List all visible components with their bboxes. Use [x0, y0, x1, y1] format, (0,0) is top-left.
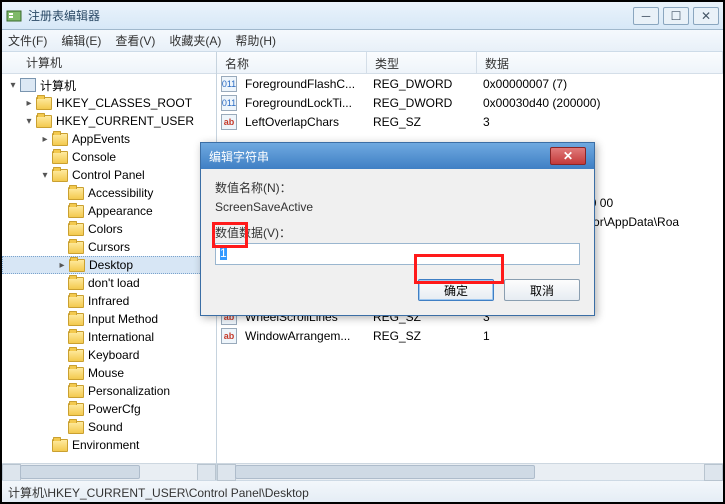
menu-help[interactable]: 帮助(H): [235, 32, 276, 49]
col-name[interactable]: 名称: [217, 52, 367, 73]
minimize-button[interactable]: ─: [633, 7, 659, 25]
edit-string-dialog: 编辑字符串 ✕ 数值名称(N)： ScreenSaveActive 数值数据(V…: [200, 142, 595, 316]
value-data-input[interactable]: 1: [215, 243, 580, 265]
col-data[interactable]: 数据: [477, 52, 723, 73]
string-icon: ab: [221, 114, 237, 130]
tree-node[interactable]: Mouse: [2, 364, 216, 382]
value-data-label: 数值数据(V)：: [215, 224, 580, 241]
menubar: 文件(F) 编辑(E) 查看(V) 收藏夹(A) 帮助(H): [2, 30, 723, 52]
string-icon: ab: [221, 328, 237, 344]
tree-node[interactable]: Environment: [2, 436, 216, 454]
value-name-label: 数值名称(N)：: [215, 179, 580, 196]
tree-node[interactable]: Console: [2, 148, 216, 166]
tree-node[interactable]: ▸Desktop: [2, 256, 216, 274]
tree-node[interactable]: ▸AppEvents: [2, 130, 216, 148]
tree-node[interactable]: ▾计算机: [2, 76, 216, 94]
tree-node[interactable]: Accessibility: [2, 184, 216, 202]
tree-node[interactable]: Colors: [2, 220, 216, 238]
list-row[interactable]: 011ForegroundFlashC...REG_DWORD0x0000000…: [217, 74, 723, 93]
menu-file[interactable]: 文件(F): [8, 32, 47, 49]
binary-icon: 011: [221, 76, 237, 92]
menu-favorites[interactable]: 收藏夹(A): [169, 32, 221, 49]
tree-node[interactable]: ▸HKEY_CLASSES_ROOT: [2, 94, 216, 112]
cancel-button[interactable]: 取消: [504, 279, 580, 301]
close-button[interactable]: ✕: [693, 7, 719, 25]
list-hscroll[interactable]: [217, 463, 723, 480]
tree-node[interactable]: International: [2, 328, 216, 346]
tree-header: 计算机: [2, 52, 216, 74]
status-bar: 计算机\HKEY_CURRENT_USER\Control Panel\Desk…: [2, 480, 723, 502]
tree-node[interactable]: don't load: [2, 274, 216, 292]
tree-node[interactable]: ▾Control Panel: [2, 166, 216, 184]
tree-node[interactable]: Keyboard: [2, 346, 216, 364]
list-row[interactable]: abWindowArrangem...REG_SZ1: [217, 326, 723, 345]
dialog-close-button[interactable]: ✕: [550, 147, 586, 165]
tree-node[interactable]: Input Method: [2, 310, 216, 328]
ok-button[interactable]: 确定: [418, 279, 494, 301]
value-name-field: ScreenSaveActive: [215, 198, 580, 224]
tree-node[interactable]: Infrared: [2, 292, 216, 310]
tree-node[interactable]: Sound: [2, 418, 216, 436]
list-row[interactable]: abLeftOverlapCharsREG_SZ3: [217, 112, 723, 131]
col-type[interactable]: 类型: [367, 52, 477, 73]
tree-node[interactable]: PowerCfg: [2, 400, 216, 418]
dialog-title: 编辑字符串: [209, 148, 550, 165]
dialog-titlebar: 编辑字符串 ✕: [201, 143, 594, 169]
menu-edit[interactable]: 编辑(E): [61, 32, 101, 49]
window-title: 注册表编辑器: [28, 7, 633, 24]
menu-view[interactable]: 查看(V): [115, 32, 155, 49]
maximize-button[interactable]: ☐: [663, 7, 689, 25]
tree-node[interactable]: Cursors: [2, 238, 216, 256]
tree-node[interactable]: Personalization: [2, 382, 216, 400]
binary-icon: 011: [221, 95, 237, 111]
list-header: 名称 类型 数据: [217, 52, 723, 74]
tree-hscroll[interactable]: [2, 463, 216, 480]
regedit-icon: [6, 8, 22, 24]
tree-node[interactable]: Appearance: [2, 202, 216, 220]
titlebar: 注册表编辑器 ─ ☐ ✕: [2, 2, 723, 30]
tree-pane: 计算机 ▾计算机▸HKEY_CLASSES_ROOT▾HKEY_CURRENT_…: [2, 52, 217, 480]
tree-node[interactable]: ▾HKEY_CURRENT_USER: [2, 112, 216, 130]
list-row[interactable]: 011ForegroundLockTi...REG_DWORD0x00030d4…: [217, 93, 723, 112]
